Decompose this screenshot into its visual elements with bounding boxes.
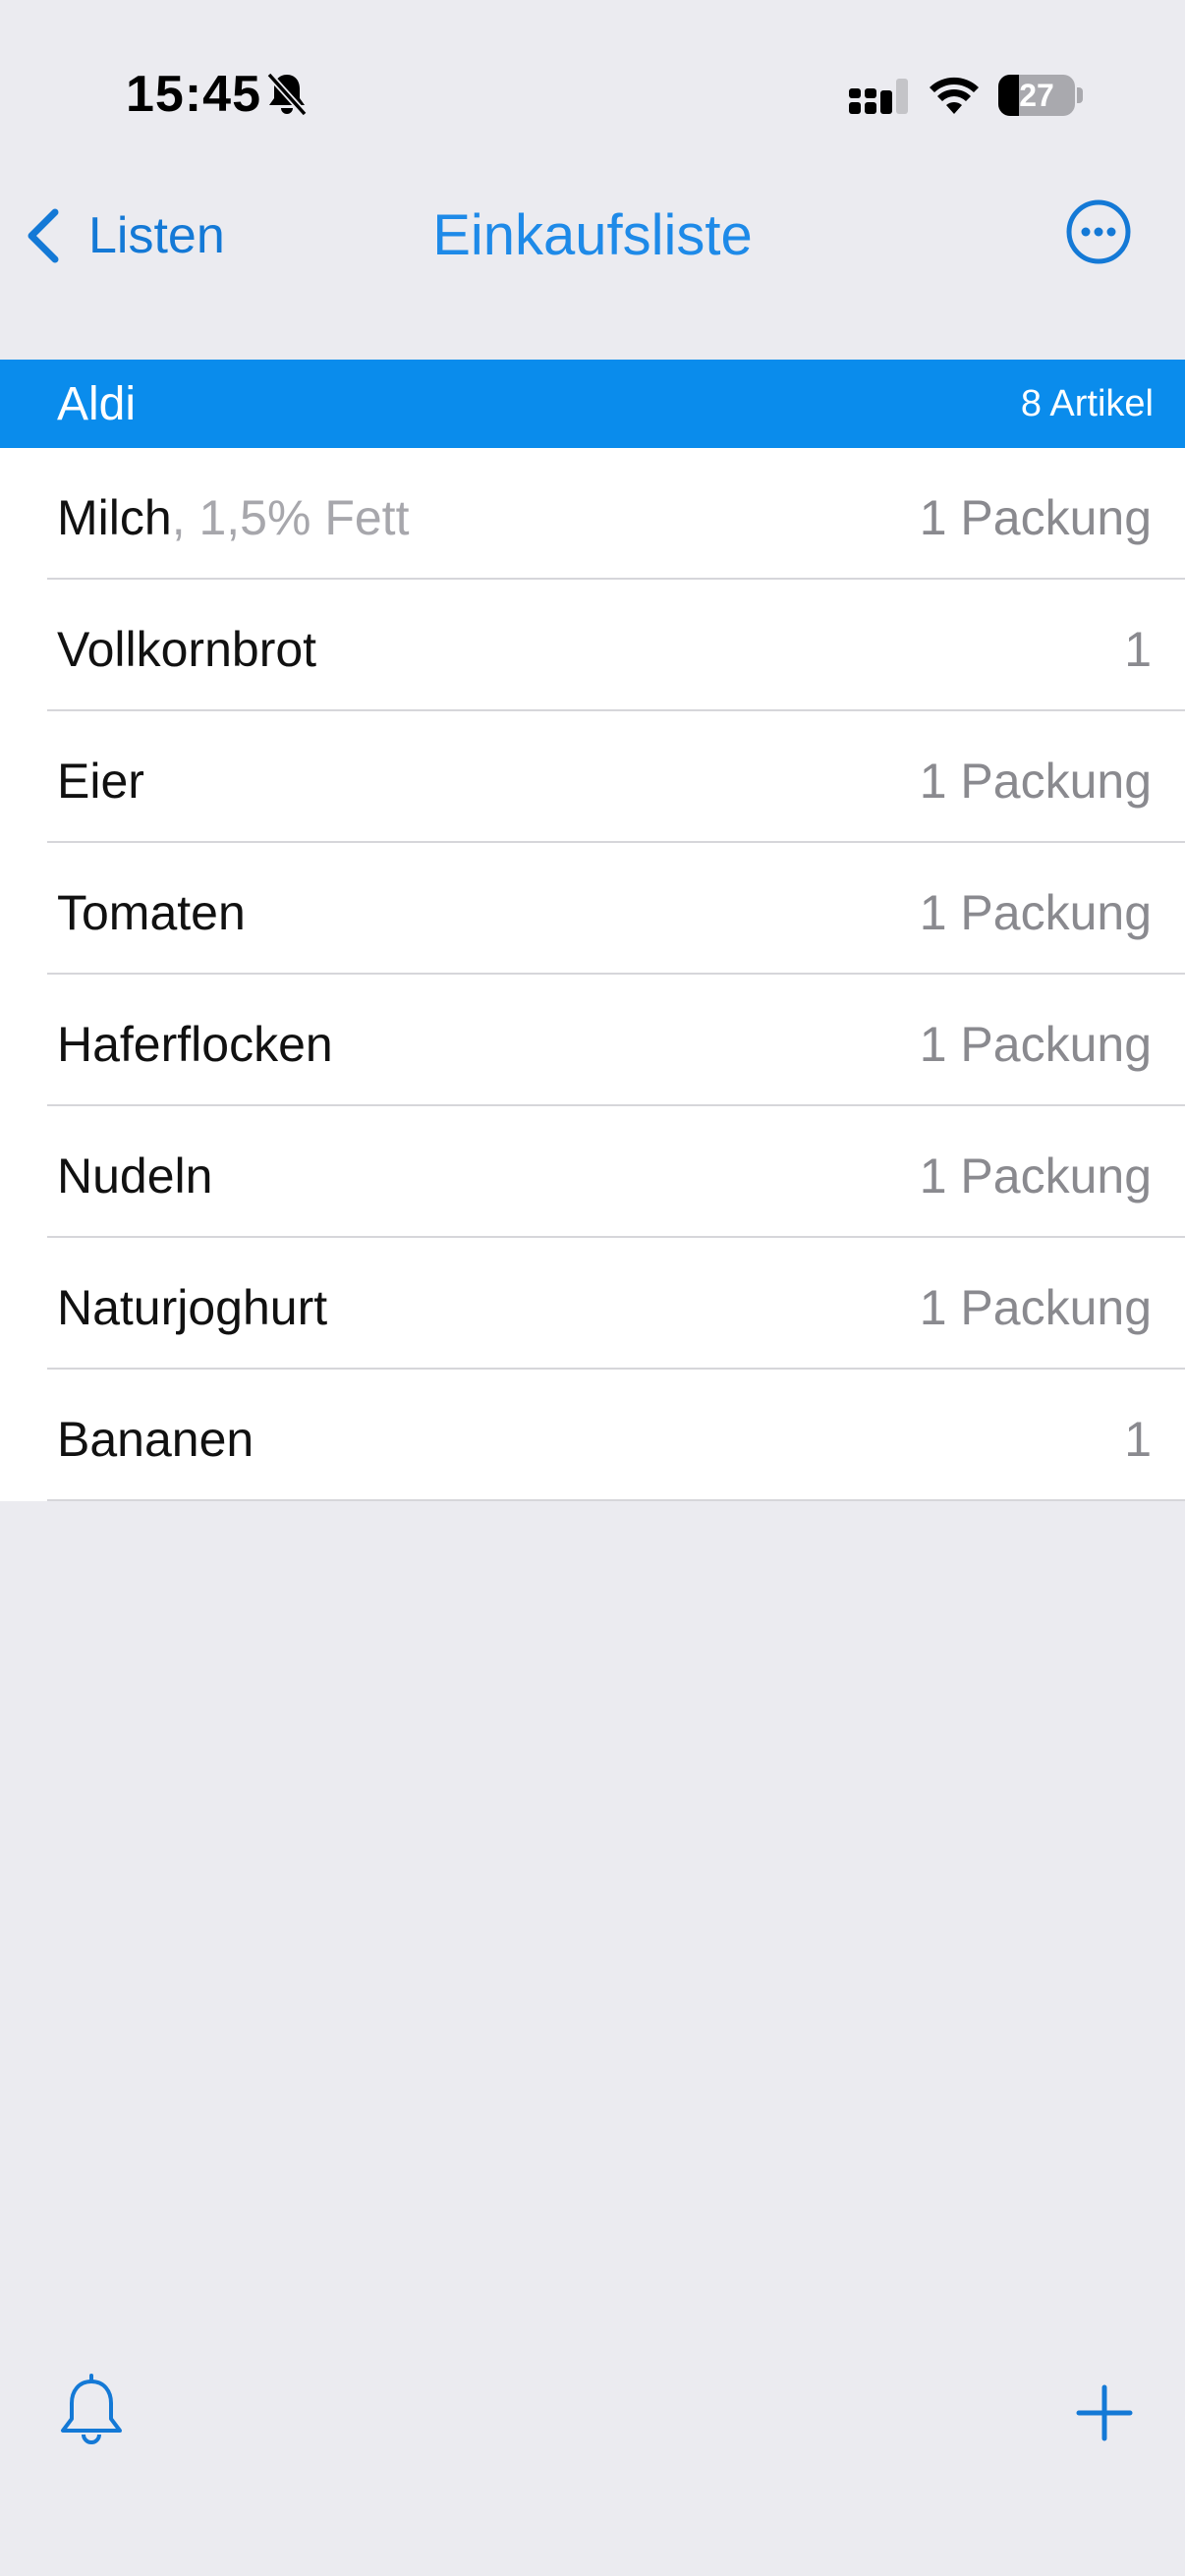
- screen: 15:45 27 Listen Einkaufsliste Aldi 8 Art…: [0, 0, 1185, 2576]
- list-item[interactable]: Bananen 1: [0, 1370, 1185, 1501]
- list-item[interactable]: Naturjoghurt 1 Packung: [0, 1238, 1185, 1370]
- item-quantity: 1: [1124, 622, 1152, 677]
- battery-icon: 27: [998, 75, 1083, 116]
- item-quantity: 1 Packung: [919, 754, 1152, 809]
- item-quantity: 1 Packung: [919, 1017, 1152, 1072]
- ellipsis-circle-icon[interactable]: [1065, 198, 1132, 265]
- section-item-count: 8 Artikel: [1020, 383, 1154, 424]
- wifi-icon: [930, 77, 979, 114]
- list-item[interactable]: Nudeln 1 Packung: [0, 1106, 1185, 1238]
- item-quantity: 1 Packung: [919, 490, 1152, 545]
- list-item[interactable]: Haferflocken 1 Packung: [0, 975, 1185, 1106]
- item-name: Nudeln: [57, 1148, 213, 1204]
- status-time: 15:45: [126, 66, 261, 123]
- item-name: Naturjoghurt: [57, 1280, 328, 1335]
- bell-icon[interactable]: [57, 2374, 126, 2452]
- item-name: Eier: [57, 754, 144, 809]
- item-name: Milch, 1,5% Fett: [57, 490, 410, 545]
- page-title: Einkaufsliste: [432, 203, 753, 267]
- section-header-aldi[interactable]: Aldi 8 Artikel: [0, 360, 1185, 448]
- plus-icon[interactable]: [1073, 2381, 1136, 2444]
- item-name: Haferflocken: [57, 1017, 333, 1072]
- item-quantity: 1 Packung: [919, 885, 1152, 940]
- shopping-list: Milch, 1,5% Fett 1 Packung Vollkornbrot …: [0, 448, 1185, 1501]
- list-item[interactable]: Eier 1 Packung: [0, 711, 1185, 843]
- item-quantity: 1 Packung: [919, 1148, 1152, 1204]
- divider: [47, 1499, 1185, 1501]
- battery-level: 27: [1019, 78, 1054, 113]
- navigation-bar: Listen Einkaufsliste: [0, 187, 1185, 360]
- status-bar: 15:45 27: [0, 0, 1185, 187]
- item-quantity: 1 Packung: [919, 1280, 1152, 1335]
- list-item[interactable]: Tomaten 1 Packung: [0, 843, 1185, 975]
- item-quantity: 1: [1124, 1412, 1152, 1467]
- item-name: Vollkornbrot: [57, 622, 317, 677]
- item-name: Tomaten: [57, 885, 246, 940]
- list-item[interactable]: Milch, 1,5% Fett 1 Packung: [0, 448, 1185, 580]
- bell-slash-icon: [266, 72, 308, 117]
- list-item[interactable]: Vollkornbrot 1: [0, 580, 1185, 711]
- item-name: Bananen: [57, 1412, 254, 1467]
- cellular-signal-icon: [849, 79, 908, 114]
- item-note: , 1,5% Fett: [171, 490, 410, 545]
- section-title: Aldi: [57, 378, 137, 430]
